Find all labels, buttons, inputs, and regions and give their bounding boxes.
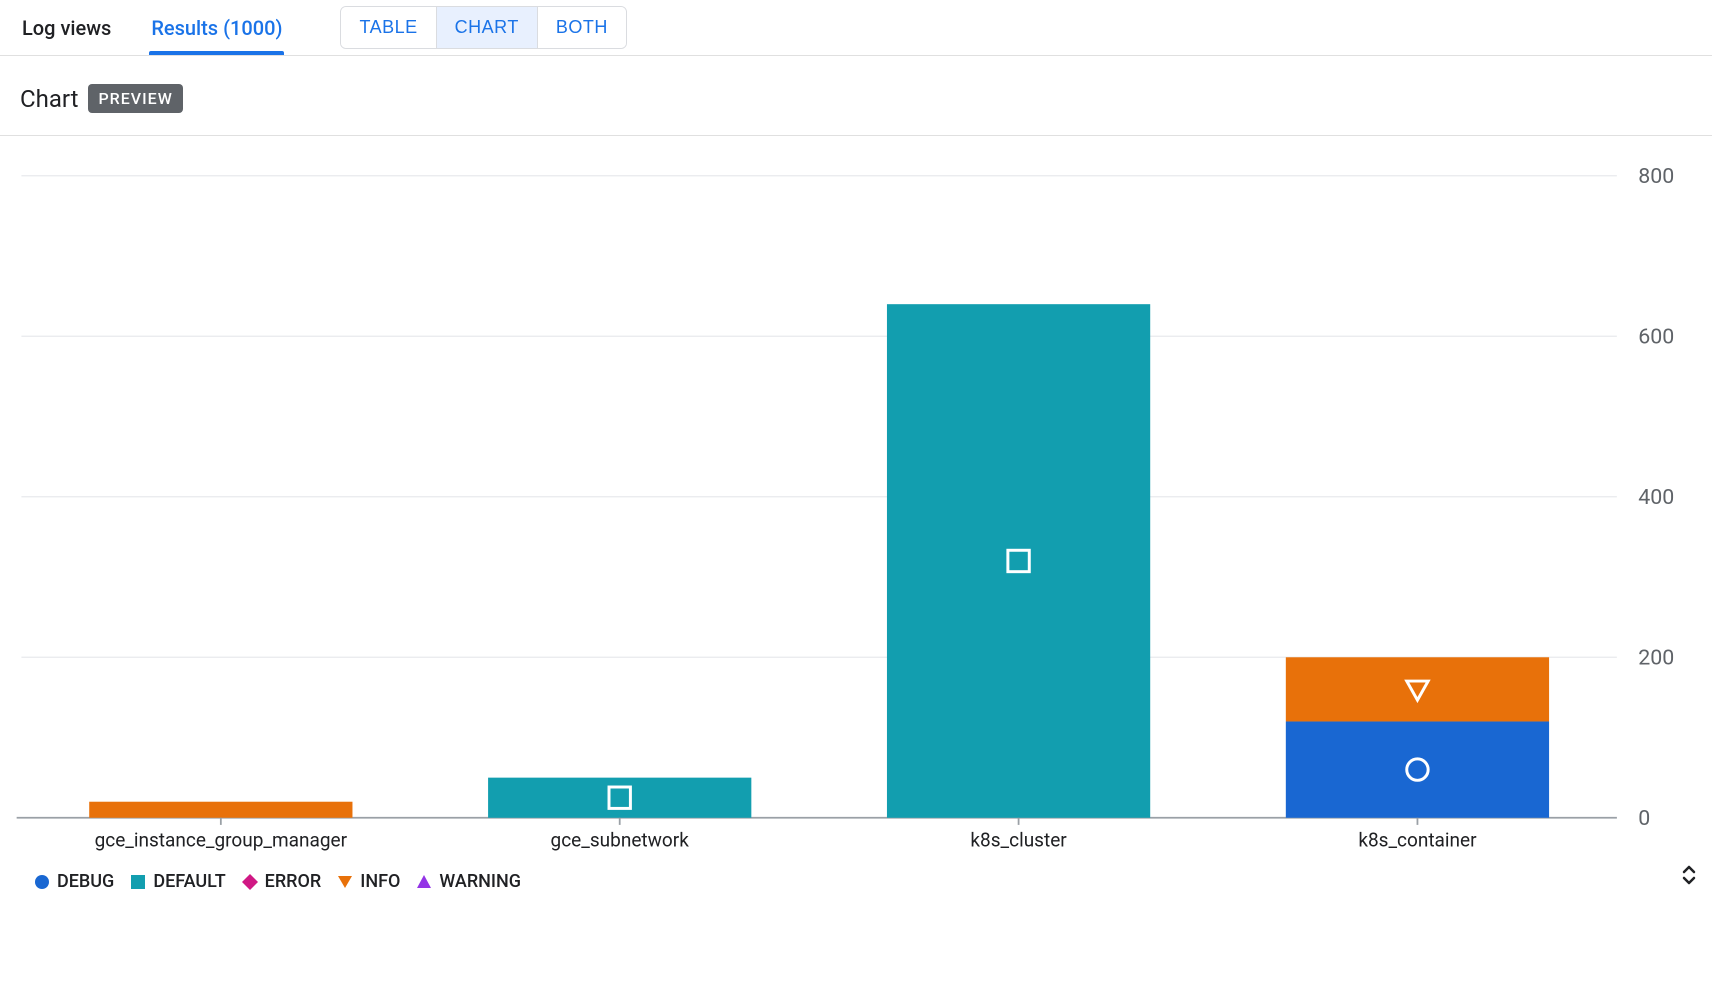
tab-log-views[interactable]: Log views (20, 2, 113, 54)
resize-handle-icon[interactable] (1680, 864, 1698, 890)
square-icon (130, 874, 146, 890)
svg-text:gce_instance_group_manager: gce_instance_group_manager (95, 828, 348, 851)
legend-label: WARNING (439, 871, 521, 892)
legend-label: DEBUG (57, 871, 114, 892)
svg-text:k8s_container: k8s_container (1358, 828, 1477, 851)
view-toggle-both[interactable]: BOTH (538, 7, 626, 48)
svg-text:0: 0 (1638, 806, 1650, 831)
legend-item-error[interactable]: ERROR (242, 871, 322, 892)
triangle-down-icon (337, 874, 353, 890)
legend-item-info[interactable]: INFO (337, 871, 400, 892)
view-toggle-chart[interactable]: CHART (437, 7, 538, 48)
view-toggle-table[interactable]: TABLE (341, 7, 436, 48)
svg-text:gce_subnetwork: gce_subnetwork (551, 828, 690, 851)
preview-badge: PREVIEW (88, 84, 182, 113)
chart-section-title: Chart (20, 85, 78, 113)
chart-container: 0 200 400 600 800 gce_instance_group_manager g… (0, 136, 1712, 898)
view-toggle: TABLE CHART BOTH (340, 6, 626, 49)
svg-text:400: 400 (1638, 485, 1674, 510)
tabs-bar: Log views Results (1000) TABLE CHART BOT… (0, 0, 1712, 56)
svg-text:800: 800 (1638, 164, 1674, 189)
tab-results[interactable]: Results (1000) (149, 2, 284, 54)
svg-text:200: 200 (1638, 645, 1674, 670)
legend-item-default[interactable]: DEFAULT (130, 871, 225, 892)
svg-text:600: 600 (1638, 324, 1674, 349)
legend-item-debug[interactable]: DEBUG (34, 871, 114, 892)
legend-label: INFO (360, 871, 400, 892)
legend-item-warning[interactable]: WARNING (416, 871, 521, 892)
legend-label: DEFAULT (153, 871, 225, 892)
chart-section-header: Chart PREVIEW (0, 56, 1712, 136)
legend-label: ERROR (265, 871, 322, 892)
triangle-up-icon (416, 874, 432, 890)
svg-text:k8s_cluster: k8s_cluster (970, 828, 1067, 851)
chart-legend: DEBUG DEFAULT ERROR INFO WARNING (0, 865, 1712, 898)
diamond-icon (242, 874, 258, 890)
bar-chart: 0 200 400 600 800 gce_instance_group_manager g… (0, 152, 1712, 865)
circle-icon (34, 874, 50, 890)
